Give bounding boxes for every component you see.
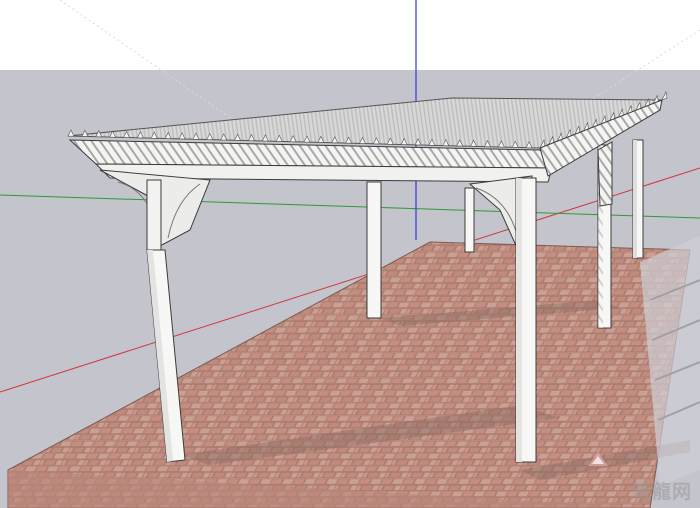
sky (0, 0, 700, 70)
sketchup-viewport[interactable]: 筑龍网 (0, 0, 700, 508)
watermark-text: 筑龍网 (631, 481, 692, 503)
post-back-left[interactable] (464, 187, 475, 253)
post-front-right[interactable] (515, 177, 537, 463)
post-back-right[interactable] (632, 139, 644, 259)
post-middle-left[interactable] (366, 181, 382, 319)
watermark: 筑龍网 (632, 477, 692, 504)
model-scene[interactable] (0, 0, 700, 508)
